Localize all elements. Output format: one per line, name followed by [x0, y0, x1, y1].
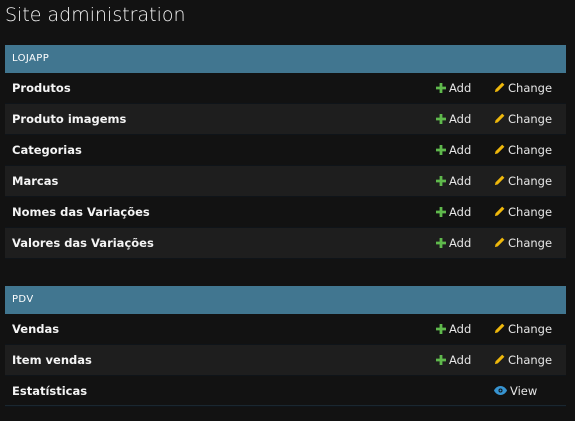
model-link[interactable]: Estatísticas [12, 376, 87, 406]
model-link[interactable]: Item vendas [12, 345, 92, 375]
add-label: Add [449, 112, 472, 126]
view-link[interactable]: View [494, 376, 537, 406]
add-link[interactable]: Add [436, 197, 471, 227]
module-lojapp: LOJAPP Produtos Add Change Produto image… [5, 45, 566, 259]
divider [5, 405, 566, 406]
plus-icon [436, 113, 446, 124]
change-label: Change [508, 174, 553, 188]
view-label: View [510, 384, 538, 398]
table-row: Item vendas Add Change [5, 345, 566, 376]
add-link[interactable]: Add [436, 104, 471, 134]
add-label: Add [449, 322, 472, 336]
model-link[interactable]: Produto imagems [12, 104, 126, 134]
pencil-icon [494, 323, 505, 334]
add-link[interactable]: Add [436, 166, 471, 196]
change-label: Change [508, 353, 553, 367]
admin-page: Site administration LOJAPP Produtos Add … [0, 0, 575, 421]
change-label: Change [508, 322, 553, 336]
page-title: Site administration [5, 4, 186, 26]
add-label: Add [449, 353, 472, 367]
pencil-icon [494, 237, 505, 248]
add-label: Add [449, 205, 472, 219]
change-link[interactable]: Change [494, 135, 552, 165]
module-caption[interactable]: PDV [5, 286, 566, 314]
table-row: Produtos Add Change [5, 73, 566, 104]
plus-icon [436, 206, 446, 217]
table-row: Marcas Add Change [5, 166, 566, 197]
pencil-icon [494, 82, 505, 93]
model-link[interactable]: Produtos [12, 73, 71, 103]
add-label: Add [449, 174, 472, 188]
plus-icon [436, 323, 446, 334]
model-link[interactable]: Nomes das Variações [12, 197, 150, 227]
add-label: Add [449, 143, 472, 157]
change-link[interactable]: Change [494, 197, 552, 227]
add-link[interactable]: Add [436, 228, 471, 258]
change-label: Change [508, 81, 553, 95]
change-label: Change [508, 112, 553, 126]
eye-icon [494, 386, 507, 395]
plus-icon [436, 237, 446, 248]
change-label: Change [508, 205, 553, 219]
change-link[interactable]: Change [494, 314, 552, 344]
change-link[interactable]: Change [494, 73, 552, 103]
change-label: Change [508, 143, 553, 157]
model-link[interactable]: Valores das Variações [12, 228, 154, 258]
table-row: Nomes das Variações Add Change [5, 197, 566, 228]
table-row: Valores das Variações Add Change [5, 228, 566, 259]
pencil-icon [494, 175, 505, 186]
add-link[interactable]: Add [436, 73, 471, 103]
change-link[interactable]: Change [494, 166, 552, 196]
pencil-icon [494, 144, 505, 155]
add-label: Add [449, 81, 472, 95]
plus-icon [436, 175, 446, 186]
module-pdv: PDV Vendas Add Change Item vendas Add Ch… [5, 286, 566, 407]
change-label: Change [508, 236, 553, 250]
pencil-icon [494, 206, 505, 217]
pencil-icon [494, 113, 505, 124]
plus-icon [436, 354, 446, 365]
plus-icon [436, 82, 446, 93]
table-row: Produto imagems Add Change [5, 104, 566, 135]
add-link[interactable]: Add [436, 345, 471, 375]
model-link[interactable]: Categorias [12, 135, 82, 165]
table-row: Categorias Add Change [5, 135, 566, 166]
model-link[interactable]: Vendas [12, 314, 59, 344]
table-row: Vendas Add Change [5, 314, 566, 345]
module-caption[interactable]: LOJAPP [5, 45, 566, 73]
plus-icon [436, 144, 446, 155]
add-link[interactable]: Add [436, 314, 471, 344]
add-link[interactable]: Add [436, 135, 471, 165]
model-link[interactable]: Marcas [12, 166, 58, 196]
change-link[interactable]: Change [494, 228, 552, 258]
table-row: Estatísticas View [5, 376, 566, 407]
add-label: Add [449, 236, 472, 250]
pencil-icon [494, 354, 505, 365]
change-link[interactable]: Change [494, 104, 552, 134]
change-link[interactable]: Change [494, 345, 552, 375]
